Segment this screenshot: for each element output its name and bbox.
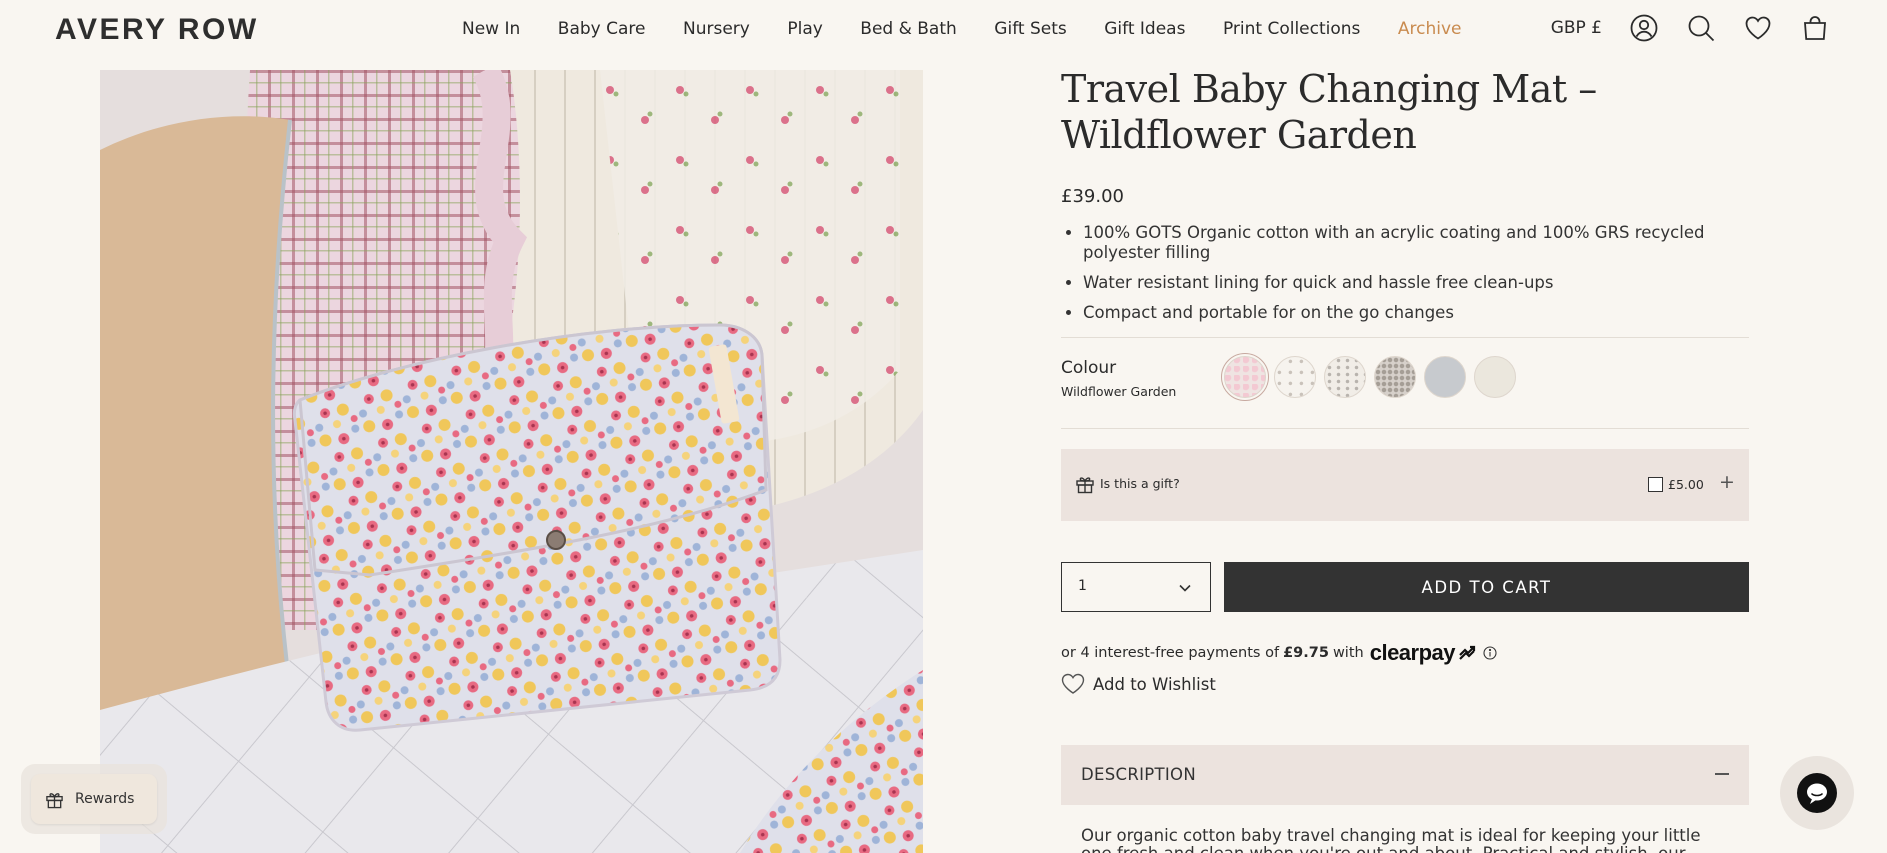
gift-icon — [1076, 477, 1094, 494]
gift-checkbox[interactable] — [1648, 477, 1663, 492]
colour-value: Wildflower Garden — [1061, 384, 1177, 399]
feature-item: 100% GOTS Organic cotton with an acrylic… — [1083, 223, 1749, 263]
info-icon[interactable] — [1483, 646, 1497, 660]
clearpay-prefix: or 4 interest-free payments of — [1061, 645, 1280, 661]
gift-expand-icon[interactable]: + — [1719, 471, 1735, 493]
chat-launcher[interactable] — [1780, 756, 1854, 830]
clearpay-amount: £9.75 — [1283, 645, 1329, 661]
chat-bubble-icon — [1797, 773, 1837, 813]
search-icon[interactable] — [1687, 14, 1715, 42]
swatch-option-5[interactable] — [1424, 356, 1466, 398]
description-heading: DESCRIPTION — [1081, 765, 1196, 784]
nav-item-gift-sets[interactable]: Gift Sets — [994, 19, 1066, 39]
gift-label[interactable]: Is this a gift? — [1100, 476, 1180, 491]
currency-selector[interactable]: GBP £ — [1551, 18, 1602, 38]
clearpay-message: or 4 interest-free payments of £9.75 wit… — [1061, 640, 1749, 666]
feature-item: Compact and portable for on the go chang… — [1083, 303, 1749, 323]
header-actions: GBP £ — [1551, 14, 1829, 42]
product-price: £39.00 — [1061, 186, 1124, 207]
nav-item-play[interactable]: Play — [787, 19, 822, 39]
purchase-row: 1 ADD TO CART — [1061, 562, 1749, 612]
colour-selector: Colour Wildflower Garden — [1061, 338, 1749, 428]
clearpay-with: with — [1332, 645, 1364, 661]
account-icon[interactable] — [1630, 14, 1658, 42]
nav-item-baby-care[interactable]: Baby Care — [558, 19, 646, 39]
nav-item-print-collections[interactable]: Print Collections — [1223, 19, 1360, 39]
swatch-option-3[interactable] — [1324, 356, 1366, 398]
description-accordion[interactable]: DESCRIPTION — [1061, 745, 1749, 805]
colour-label: Colour — [1061, 358, 1117, 378]
product-info: Travel Baby Changing Mat – Wildflower Ga… — [1061, 66, 1749, 853]
quantity-select[interactable]: 1 — [1061, 562, 1211, 612]
bag-icon[interactable] — [1801, 14, 1829, 42]
clearpay-arrows-icon — [1459, 645, 1476, 660]
quantity-value: 1 — [1078, 578, 1087, 594]
site-header: AVERY ROW New In Baby Care Nursery Play … — [0, 0, 1887, 60]
product-image[interactable] — [100, 70, 923, 853]
gift-icon — [46, 792, 63, 808]
product-features: 100% GOTS Organic cotton with an acrylic… — [1061, 223, 1749, 323]
rewards-label: Rewards — [75, 791, 135, 807]
nav-item-new-in[interactable]: New In — [462, 19, 520, 39]
add-to-cart-button[interactable]: ADD TO CART — [1224, 562, 1749, 612]
swatch-option-6[interactable] — [1474, 356, 1516, 398]
heart-icon[interactable] — [1744, 14, 1772, 42]
swatch-wildflower-garden[interactable] — [1221, 353, 1269, 401]
description-text: Our organic cotton baby travel changing … — [1081, 826, 1701, 853]
rewards-button[interactable]: Rewards — [31, 774, 157, 824]
gift-option: Is this a gift? £5.00 + — [1061, 449, 1749, 521]
nav-item-bed-bath[interactable]: Bed & Bath — [860, 19, 957, 39]
nav-item-nursery[interactable]: Nursery — [683, 19, 750, 39]
main-nav: New In Baby Care Nursery Play Bed & Bath… — [462, 19, 1499, 39]
nav-item-gift-ideas[interactable]: Gift Ideas — [1104, 19, 1185, 39]
swatch-option-2[interactable] — [1274, 356, 1316, 398]
feature-item: Water resistant lining for quick and has… — [1083, 273, 1749, 293]
nav-item-archive[interactable]: Archive — [1398, 19, 1462, 39]
colour-swatches — [1221, 353, 1524, 401]
add-to-wishlist[interactable]: Add to Wishlist — [1061, 673, 1749, 695]
heart-outline-icon — [1061, 673, 1085, 694]
chevron-down-icon — [1179, 584, 1191, 592]
collapse-icon — [1715, 773, 1729, 775]
rewards-widget: Rewards — [21, 764, 167, 834]
wishlist-label: Add to Wishlist — [1093, 674, 1216, 694]
swatch-option-4[interactable] — [1374, 356, 1416, 398]
gift-price: £5.00 — [1668, 477, 1704, 492]
divider — [1061, 428, 1749, 429]
clearpay-logo: clearpay — [1369, 640, 1456, 665]
product-title: Travel Baby Changing Mat – Wildflower Ga… — [1061, 67, 1597, 157]
brand-logo[interactable]: AVERY ROW — [55, 13, 259, 47]
